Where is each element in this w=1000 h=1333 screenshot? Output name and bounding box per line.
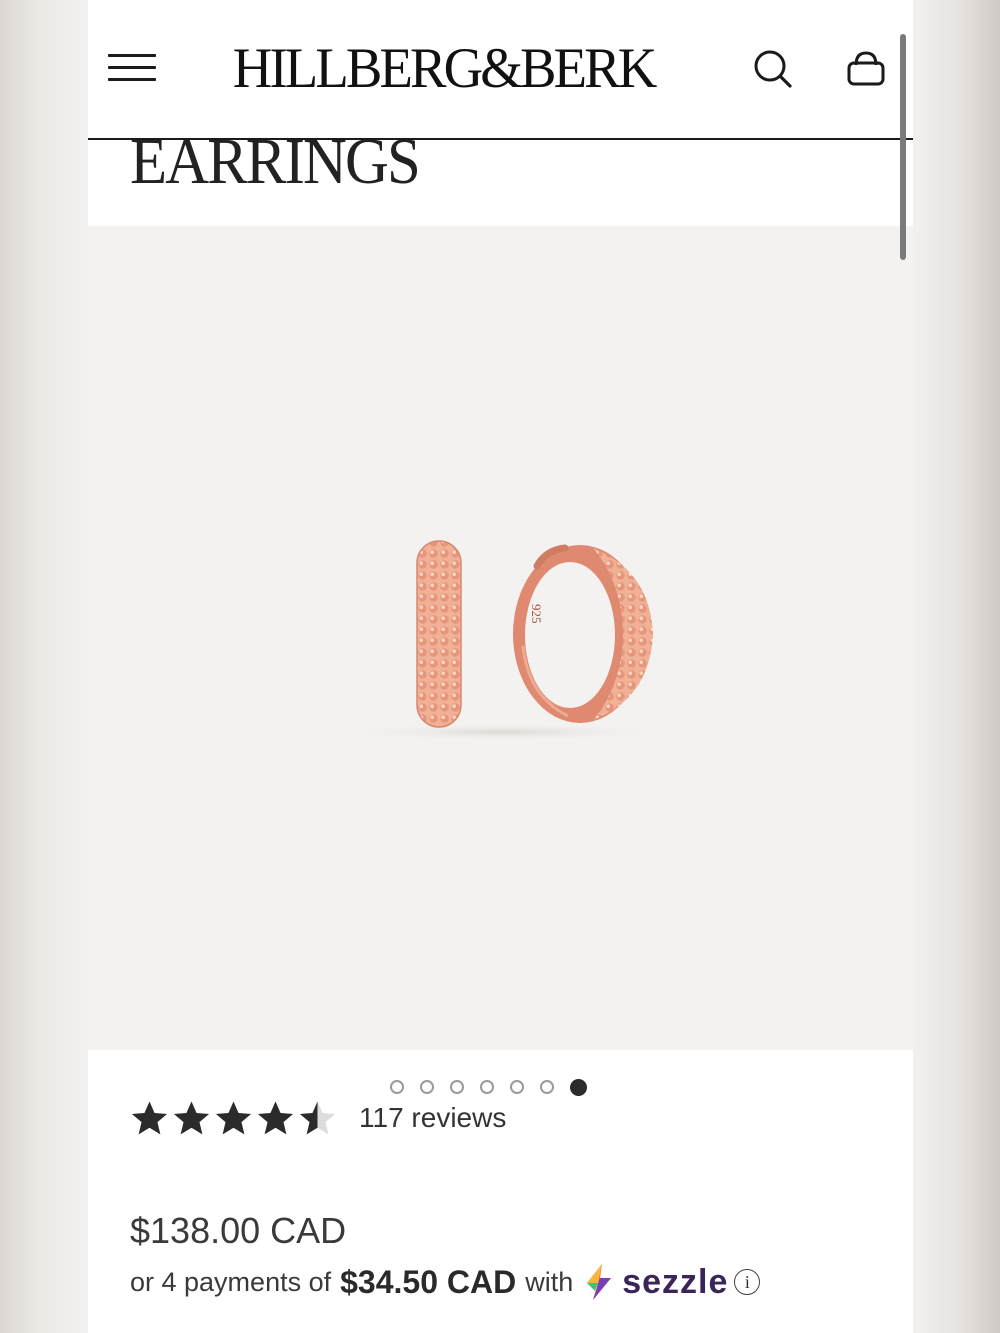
star-icon <box>299 1100 336 1134</box>
scrollbar-thumb[interactable] <box>900 34 906 260</box>
star-icon <box>215 1100 252 1134</box>
gallery-dot-3[interactable] <box>450 1080 464 1094</box>
installment-suffix: with <box>525 1266 574 1297</box>
gallery-dot-7[interactable] <box>570 1079 587 1096</box>
product-info: 117 reviews $138.00 CAD or 4 payments of… <box>88 1050 913 1333</box>
brand-logo[interactable]: HILLBERG&BERK <box>218 36 669 102</box>
star-icon <box>257 1100 294 1134</box>
product-price: $138.00 CAD <box>130 1210 347 1251</box>
star-icon <box>173 1100 210 1134</box>
product-image-gallery[interactable]: 925 <box>88 226 913 1050</box>
shopping-bag-icon[interactable] <box>843 46 889 92</box>
gallery-dot-6[interactable] <box>540 1080 554 1094</box>
search-icon[interactable] <box>750 46 796 92</box>
engraving-text: 925 <box>529 604 544 624</box>
gallery-dot-1[interactable] <box>390 1080 404 1094</box>
star-rating <box>130 1099 337 1138</box>
reviews-count-link[interactable]: 117 reviews <box>359 1102 506 1134</box>
gallery-dot-5[interactable] <box>510 1080 524 1094</box>
rose-gold-pave-hoop-earrings-image: 925 <box>333 540 673 741</box>
star-icon <box>131 1100 168 1134</box>
product-page: HILLBERG&BERK EARRINGS 925 117 reviews $… <box>88 0 913 1333</box>
installment-amount: $34.50 CAD <box>340 1263 517 1300</box>
page-title: EARRINGS <box>130 138 421 198</box>
site-header: HILLBERG&BERK <box>88 0 913 140</box>
hamburger-menu-icon[interactable] <box>108 52 156 84</box>
sezzle-installment-offer: or 4 payments of $34.50 CAD with sezzle … <box>130 1262 761 1302</box>
sezzle-logo[interactable]: sezzle <box>582 1263 728 1302</box>
gallery-dot-4[interactable] <box>480 1080 494 1094</box>
info-icon[interactable]: i <box>734 1269 761 1295</box>
installment-prefix: or 4 payments of <box>130 1266 332 1297</box>
sezzle-mark-icon <box>587 1264 612 1300</box>
title-band: EARRINGS <box>88 138 913 226</box>
gallery-dot-2[interactable] <box>420 1080 434 1094</box>
sezzle-wordmark: sezzle <box>622 1262 729 1301</box>
rating-summary[interactable]: 117 reviews <box>130 1096 506 1140</box>
